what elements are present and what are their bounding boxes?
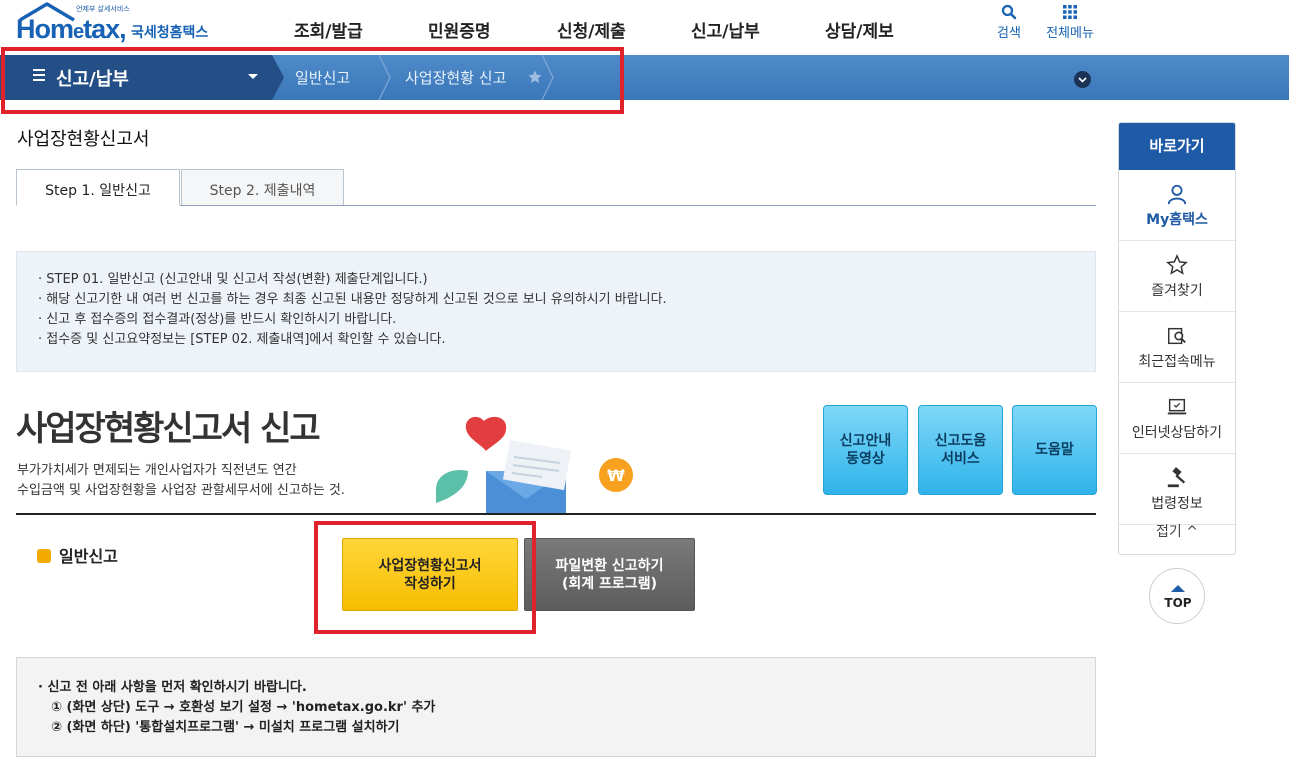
tab-step2[interactable]: Step 2. 제출내역 [181,169,344,206]
arrow-bullet-icon [37,549,51,563]
report-description-line2: 수입금액 및 사업장현황을 사업장 관할세무서에 신고하는 것. [17,483,345,498]
search-label: 검색 [997,26,1021,41]
user-icon [1167,184,1187,205]
precheck-notice-box: · 신고 전 아래 사항을 먼저 확인하시기 바랍니다. ① (화면 상단) 도… [16,657,1096,757]
report-description-line1: 부가가치세가 면제되는 개인사업자가 직전년도 연간 [17,463,297,478]
precheck-step2: ② (화면 하단) '통합설치프로그램' → 미설치 프로그램 설치하기 [51,720,400,735]
quick-item-online-consult[interactable]: 인터넷상담하기 [1119,383,1235,454]
chevron-down-icon [1078,77,1087,83]
precheck-heading: · 신고 전 아래 사항을 먼저 확인하시기 바랍니다. [38,680,307,695]
hometax-logo[interactable]: 언제부 살세서비스 Hometax, 국세청홈택스 [16,2,221,50]
search-icon [1001,4,1017,20]
gavel-icon [1167,467,1186,488]
gnb-item-inquiry[interactable]: 조회/발급 [294,17,363,42]
quick-item-favorites[interactable]: 즐겨찾기 [1119,241,1235,312]
gnb-item-application[interactable]: 신청/제출 [557,17,626,42]
help-button[interactable]: 도움말 [1012,405,1097,495]
gnb-item-report-payment[interactable]: 신고/납부 [691,17,760,42]
search-button[interactable]: 검색 [990,4,1028,41]
notice-item: · 해당 신고기한 내 여러 번 신고를 하는 경우 최종 신고된 내용만 정당… [38,292,667,307]
arrow-up-icon [1171,585,1185,592]
logo-brand: Hometax, [16,14,127,44]
quick-menu-title: 바로가기 [1119,123,1235,170]
help-service-button[interactable]: 신고도움 서비스 [918,405,1003,495]
quick-item-recent-menu[interactable]: 최근접속메뉴 [1119,312,1235,383]
notice-item: · STEP 01. 일반신고 (신고안내 및 신고서 작성(변환) 제출단계입… [38,272,428,287]
gnb-item-certificate[interactable]: 민원증명 [428,17,491,42]
svg-text:₩: ₩ [607,466,625,485]
quick-item-my-hometax[interactable]: My홈택스 [1119,170,1235,241]
step-notice-box: · STEP 01. 일반신고 (신고안내 및 신고서 작성(변환) 제출단계입… [16,251,1096,372]
logo-korean-name: 국세청홈택스 [131,25,209,41]
laptop-icon [1167,398,1187,415]
recent-search-icon [1168,327,1186,345]
precheck-step1: ① (화면 상단) 도구 → 호환성 보기 설정 → 'hometax.go.k… [51,700,436,715]
quick-menu: 바로가기 My홈택스 즐겨찾기 최근접속메뉴 인터넷상담하기 법령정보 접기 ^ [1118,122,1236,555]
tab-step1[interactable]: Step 1. 일반신고 [16,169,180,206]
page-title: 사업장현황신고서 [17,129,150,150]
all-menu-label: 전체메뉴 [1046,26,1094,41]
quick-menu-fold-button[interactable]: 접기 ^ [1119,521,1235,541]
section-divider [16,513,1096,515]
file-convert-report-button[interactable]: 파일변환 신고하기 (회계 프로그램) [524,538,695,611]
notice-item: · 접수증 및 신고요약정보는 [STEP 02. 제출내역]에서 확인할 수 … [38,332,446,347]
envelope-illustration: ₩ [436,416,633,515]
guide-video-button[interactable]: 신고안내 동영상 [823,405,908,495]
location-expand-button[interactable] [1074,71,1091,88]
scroll-top-button[interactable]: TOP [1149,568,1205,624]
grid-menu-icon [1063,5,1077,19]
section-general-report: 일반신고 [37,543,118,567]
highlight-location-bar [1,47,624,114]
gnb-item-consult[interactable]: 상담/제보 [825,17,894,42]
star-icon [1166,254,1188,275]
report-title: 사업장현황신고서 신고 [16,409,321,449]
all-menu-button[interactable]: 전체메뉴 [1040,4,1100,41]
logo-tagline: 언제부 살세서비스 [76,5,130,13]
highlight-write-button [314,521,536,634]
notice-item: · 신고 후 접수증의 접수결과(정상)를 반드시 확인하시기 바랍니다. [38,312,397,327]
quick-item-law-info[interactable]: 법령정보 [1119,454,1235,525]
